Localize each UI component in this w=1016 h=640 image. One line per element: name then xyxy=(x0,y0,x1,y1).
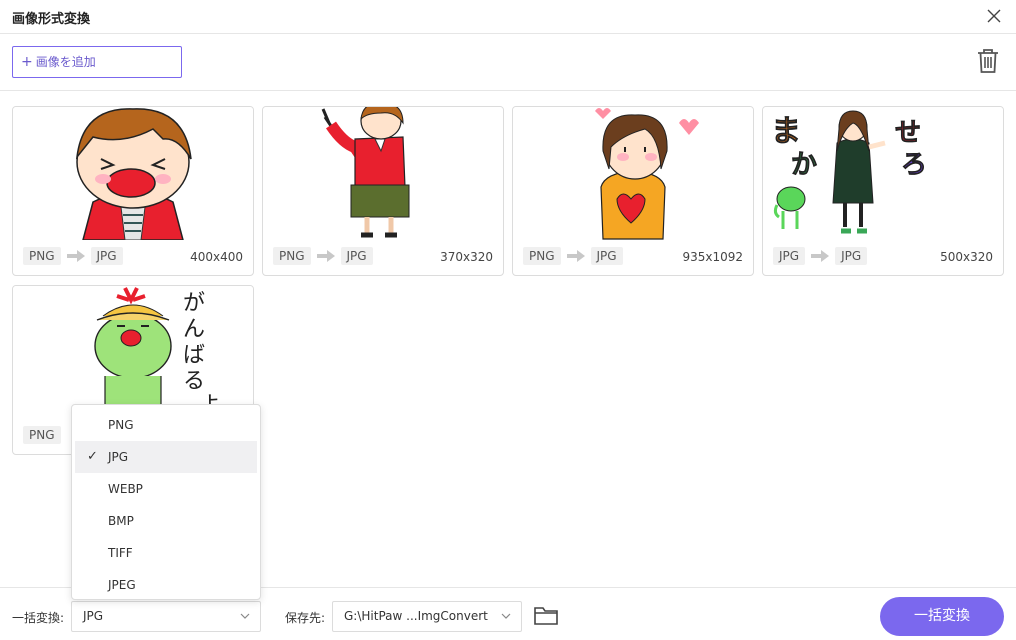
window-title: 画像形式変換 xyxy=(12,12,91,27)
arrow-right-icon xyxy=(566,250,585,262)
image-thumbnail xyxy=(13,107,253,240)
batch-convert-label: 一括変換: xyxy=(12,611,65,625)
trash-icon[interactable] xyxy=(977,48,999,74)
image-card[interactable]: PNG JPG 935x1092 xyxy=(512,106,754,276)
target-format-badge: JPG xyxy=(90,247,123,265)
plus-icon: + xyxy=(21,54,33,70)
format-option-tiff[interactable]: TIFF xyxy=(75,537,257,569)
add-image-button[interactable]: + 画像を追加 xyxy=(12,46,182,78)
format-option-jpeg[interactable]: JPEG xyxy=(75,569,257,601)
toolbar: + 画像を追加 xyxy=(0,34,1016,91)
folder-icon[interactable] xyxy=(534,605,558,625)
add-image-label: 画像を追加 xyxy=(35,55,96,69)
svg-text:る: る xyxy=(183,369,205,394)
close-icon[interactable] xyxy=(986,8,1002,24)
arrow-right-icon xyxy=(811,250,830,262)
format-option-webp[interactable]: WEBP xyxy=(75,473,257,505)
card-footer: PNG JPG 370x320 xyxy=(273,247,493,267)
chevron-down-icon xyxy=(501,613,511,619)
card-footer: PNG JPG 935x1092 xyxy=(523,247,743,267)
image-dimensions: 500x320 xyxy=(940,250,993,264)
image-card[interactable]: ま か せ ろ JPG JPG 500x320 xyxy=(762,106,1004,276)
card-footer: PNG JPG 400x400 xyxy=(23,247,243,267)
save-location-label: 保存先: xyxy=(285,611,326,625)
target-format-badge: JPG xyxy=(340,247,373,265)
svg-text:ろ: ろ xyxy=(901,150,927,180)
svg-text:か: か xyxy=(791,150,817,180)
image-card[interactable]: PNG JPG 400x400 xyxy=(12,106,254,276)
card-footer: JPG JPG 500x320 xyxy=(773,247,993,267)
arrow-right-icon xyxy=(316,250,335,262)
image-card[interactable]: PNG JPG 370x320 xyxy=(262,106,504,276)
svg-text:ん: ん xyxy=(183,317,205,342)
svg-text:ば: ば xyxy=(183,343,205,368)
format-option-jpg[interactable]: ✓ JPG xyxy=(75,441,257,473)
svg-text:せ: せ xyxy=(895,118,921,148)
save-path-value: G:\HitPaw ...ImgConvert xyxy=(344,609,488,623)
format-option-bmp[interactable]: BMP xyxy=(75,505,257,537)
source-format-badge: PNG xyxy=(523,247,561,265)
image-thumbnail: が ん ば る よ xyxy=(13,286,253,419)
title-bar: 画像形式変換 xyxy=(0,0,1016,34)
image-thumbnail xyxy=(263,107,503,240)
svg-text:ま: ま xyxy=(771,114,801,149)
source-format-badge: JPG xyxy=(773,247,806,265)
target-format-badge: JPG xyxy=(835,247,868,265)
format-option-png[interactable]: PNG xyxy=(75,409,257,441)
batch-convert-button[interactable]: 一括変換 xyxy=(880,597,1004,636)
image-thumbnail: ま か せ ろ xyxy=(763,107,1003,240)
check-icon: ✓ xyxy=(87,449,98,464)
image-thumbnail xyxy=(513,107,753,240)
source-format-badge: PNG xyxy=(23,247,61,265)
svg-text:が: が xyxy=(183,291,205,316)
format-dropdown-menu: PNG ✓ JPG WEBP BMP TIFF JPEG xyxy=(71,404,261,600)
target-format-badge: JPG xyxy=(590,247,623,265)
image-dimensions: 370x320 xyxy=(440,250,493,264)
image-dimensions: 935x1092 xyxy=(682,250,743,264)
source-format-badge: PNG xyxy=(273,247,311,265)
save-location-select[interactable]: G:\HitPaw ...ImgConvert xyxy=(332,601,522,632)
batch-format-value: JPG xyxy=(83,609,104,623)
source-format-badge: PNG xyxy=(23,426,61,444)
chevron-down-icon xyxy=(240,613,250,619)
image-dimensions: 400x400 xyxy=(190,250,243,264)
batch-format-select[interactable]: JPG xyxy=(71,601,261,632)
arrow-right-icon xyxy=(66,250,85,262)
